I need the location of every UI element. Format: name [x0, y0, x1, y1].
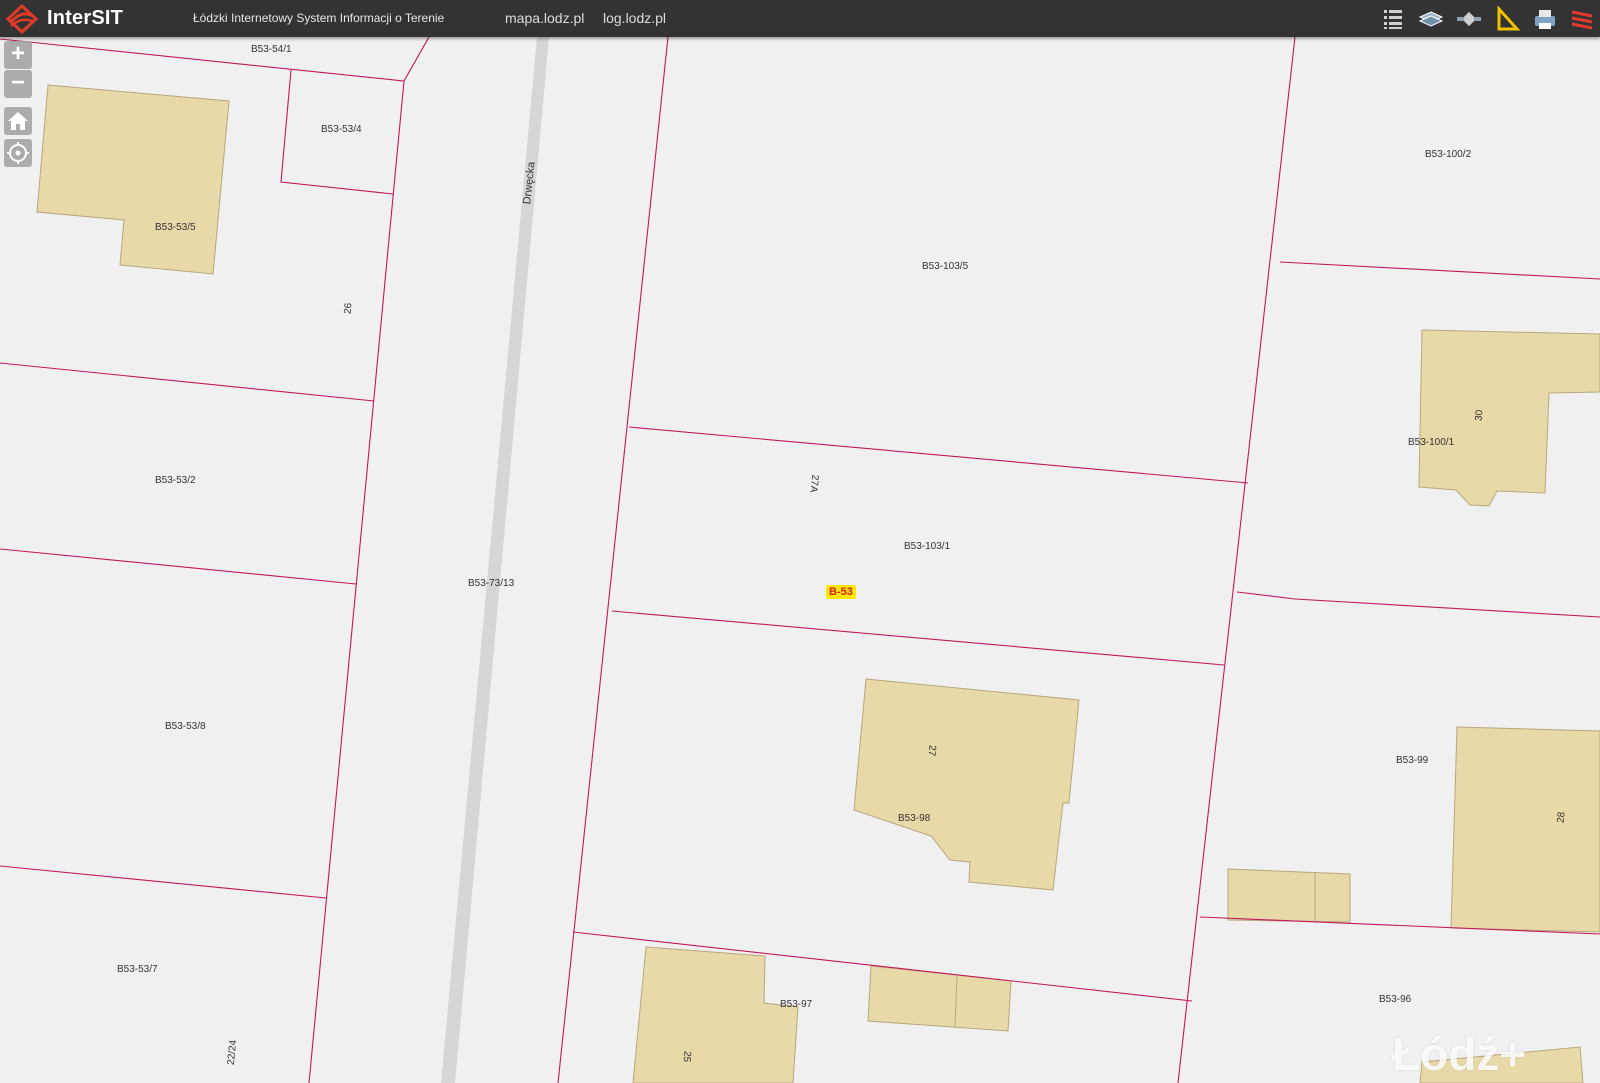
parcel-label: B53-53/2: [155, 475, 196, 486]
home-icon: [8, 112, 28, 130]
parcel-boundaries: [0, 37, 1600, 1083]
house-number: 26: [342, 302, 355, 315]
building: [1227, 868, 1351, 923]
locate-button[interactable]: [4, 139, 32, 167]
building: [36, 84, 230, 275]
house-number: 30: [1473, 409, 1486, 422]
building: [867, 965, 1012, 1032]
logo-mark-icon[interactable]: [1570, 6, 1596, 32]
house-number: 25: [680, 1050, 693, 1063]
parcel-label: B53-103/1: [904, 541, 951, 552]
parcel-label: B53-53/7: [117, 964, 158, 975]
intersit-logo-icon[interactable]: [6, 4, 38, 34]
map-geometry: [0, 37, 1600, 1083]
satellite-icon[interactable]: [1456, 6, 1482, 32]
parcel-label: B53-97: [780, 999, 813, 1010]
parcel-label: B53-73/13: [468, 578, 515, 589]
building: [1418, 329, 1600, 507]
print-icon[interactable]: [1532, 6, 1558, 32]
link-log[interactable]: log.lodz.pl: [603, 10, 666, 26]
locate-icon: [7, 142, 29, 164]
app-title[interactable]: InterSIT: [47, 7, 123, 30]
area-badge[interactable]: B-53: [826, 585, 856, 599]
parcel-label: B53-99: [1396, 755, 1429, 766]
building: [1450, 726, 1600, 933]
link-mapa[interactable]: mapa.lodz.pl: [505, 10, 584, 26]
zoom-in-button[interactable]: +: [4, 41, 32, 69]
list-icon[interactable]: [1380, 6, 1406, 32]
layers-icon[interactable]: [1418, 6, 1444, 32]
building: [853, 678, 1080, 891]
parcel-label: B53-54/1: [251, 44, 292, 55]
zoom-out-button[interactable]: −: [4, 70, 32, 98]
building: [632, 946, 799, 1083]
watermark-logo: Łódź+: [1392, 1028, 1527, 1080]
map-canvas[interactable]: + − Drwęcka B53-54/1 B53-53/4 B53-53/5 B…: [0, 37, 1600, 1083]
measure-icon[interactable]: [1494, 6, 1520, 32]
house-number: 28: [1555, 811, 1568, 824]
parcel-label: B53-103/5: [922, 261, 969, 272]
house-number: 27A: [807, 474, 821, 493]
parcel-label: B53-53/4: [321, 124, 362, 135]
parcel-label: B53-53/8: [165, 721, 206, 732]
home-button[interactable]: [4, 107, 32, 135]
parcel-label: B53-100/1: [1408, 437, 1455, 448]
top-bar: InterSIT Łódzki Internetowy System Infor…: [0, 0, 1600, 37]
parcel-label: B53-98: [898, 813, 931, 824]
parcel-label: B53-100/2: [1425, 149, 1472, 160]
house-number: 27: [925, 744, 938, 757]
buildings: [36, 84, 1600, 1083]
parcel-label: B53-53/5: [155, 222, 196, 233]
app-subtitle: Łódzki Internetowy System Informacji o T…: [193, 11, 445, 25]
parcel-label: B53-96: [1379, 994, 1412, 1005]
